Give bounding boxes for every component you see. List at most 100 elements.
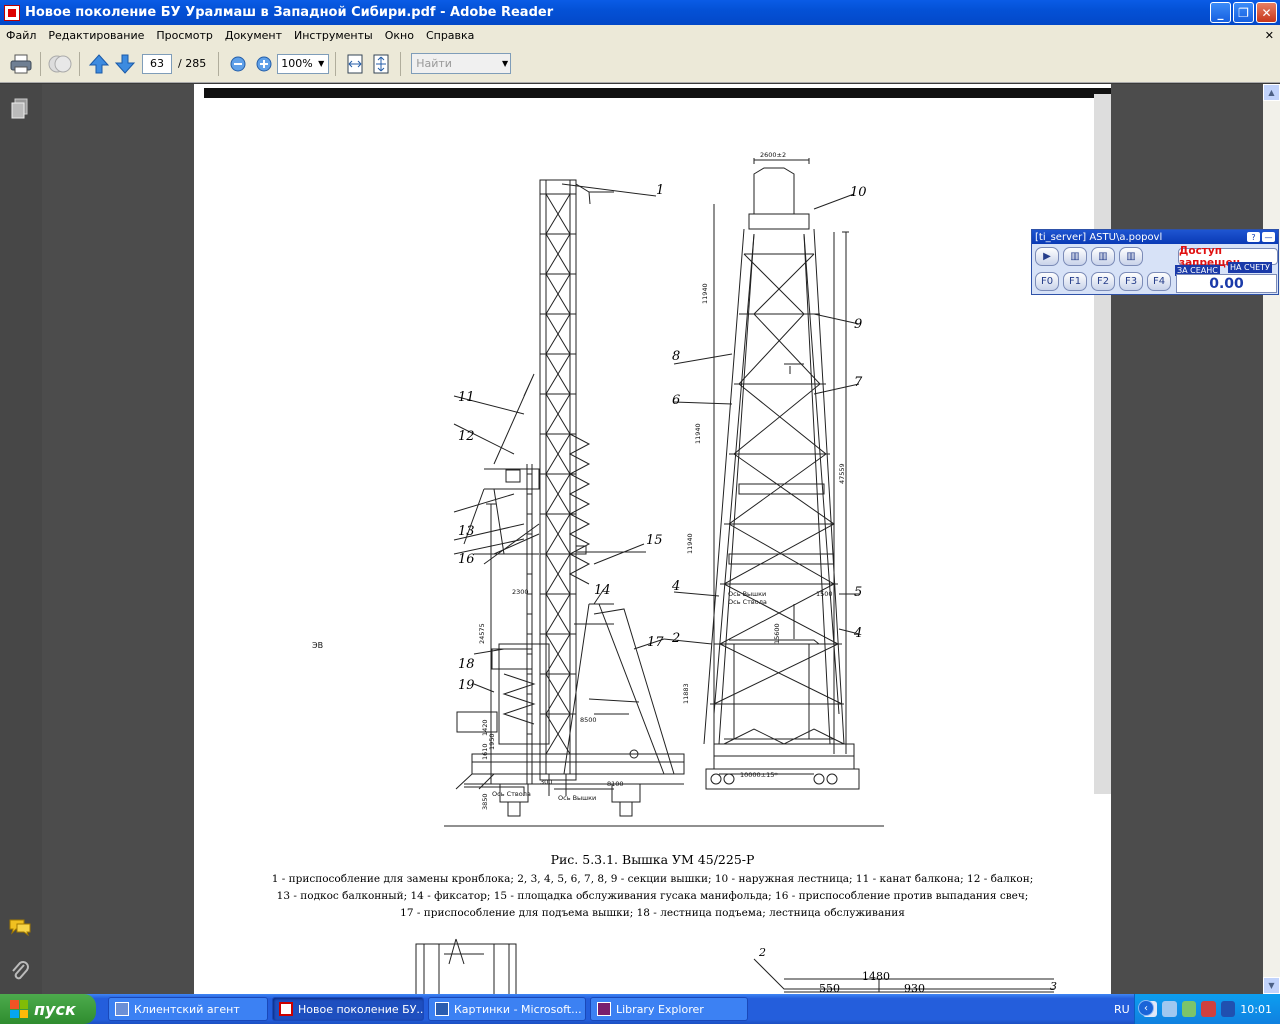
svg-text:11940: 11940 [686,533,694,554]
label-15: 15 [646,533,663,548]
svg-text:11940: 11940 [694,423,702,444]
balance-value: 0.00 [1176,274,1277,293]
help-icon[interactable]: ? [1247,232,1260,242]
menu-help[interactable]: Справка [420,29,480,42]
svg-text:47559: 47559 [838,463,846,484]
f3-button[interactable]: F3 [1119,272,1143,291]
attachments-icon[interactable] [10,960,30,986]
pages-icon[interactable] [10,98,30,124]
chevron-left-icon[interactable]: ‹ [1138,1000,1154,1016]
find-placeholder: Найти [416,57,452,70]
svg-text:Ось Ствола: Ось Ствола [492,790,531,798]
toolbar: 63 / 285 100% ▼ Найти ▼ [0,45,1280,83]
zoom-select[interactable]: 100% ▼ [277,53,330,74]
monitor-icon[interactable] [1162,1001,1177,1017]
menu-document[interactable]: Документ [219,29,288,42]
client-agent-widget[interactable]: [ti_server] ASTU\a.popovl ? — ▶ ▥ ▥ ▥ Дос… [1031,229,1279,295]
caption-line-2: 13 - подкос балконный; 14 - фиксатор; 15… [276,890,1029,902]
menu-view[interactable]: Просмотр [150,29,218,42]
play-button[interactable]: ▶ [1035,247,1059,266]
svg-text:1950: 1950 [488,733,496,750]
svg-text:2300: 2300 [512,588,529,596]
document-area[interactable]: 1 11 12 13 16 15 14 17 18 19 10 9 8 7 6 … [42,84,1263,994]
navigation-panel [0,84,42,994]
svg-text:ЭВ: ЭВ [312,641,323,650]
task-label: Library Explorer [616,1002,704,1016]
svg-text:24575: 24575 [478,623,486,644]
label-8: 8 [672,349,680,364]
menu-bar: Файл Редактирование Просмотр Документ Ин… [0,25,1280,45]
label-10: 10 [850,185,867,200]
task-adobe-reader[interactable]: Новое поколение БУ... [272,997,424,1021]
fit-page-icon[interactable] [368,51,394,77]
scroll-up-button[interactable]: ▲ [1263,84,1280,101]
task-client-agent[interactable]: Клиентский агент [108,997,268,1021]
antivirus-icon[interactable] [1201,1001,1216,1017]
minimize-button[interactable]: _ [1210,2,1231,23]
clock[interactable]: 10:01 [1240,1003,1272,1016]
label-7: 7 [854,375,863,390]
restore-button[interactable]: ❐ [1233,2,1254,23]
task-label: Картинки - Microsoft... [454,1002,582,1016]
caption-title: Рис. 5.3.1. Вышка УМ 45/225-Р [550,852,755,867]
svg-text:11883: 11883 [682,683,690,704]
label-9: 9 [854,317,862,332]
menu-tools[interactable]: Инструменты [288,29,379,42]
task-clipart[interactable]: Картинки - Microsoft... [428,997,586,1021]
svg-text:11940: 11940 [701,283,709,304]
svg-text:1500: 1500 [816,590,833,598]
f0-button[interactable]: F0 [1035,272,1059,291]
collaborate-icon[interactable] [47,51,73,77]
slot-button-2[interactable]: ▥ [1091,247,1115,266]
menu-close-icon[interactable]: ✕ [1265,29,1274,42]
title-bar: Новое поколение БУ Уралмаш в Западной Си… [0,0,1280,25]
f2-button[interactable]: F2 [1091,272,1115,291]
widget-title-bar: [ti_server] ASTU\a.popovl ? — [1032,230,1278,244]
close-button[interactable]: ✕ [1256,2,1277,23]
label-2: 2 [671,631,680,646]
task-label: Новое поколение БУ... [298,1002,424,1016]
label-17: 17 [647,635,664,650]
chevron-down-icon[interactable]: ▼ [502,59,508,68]
vertical-scrollbar[interactable]: ▲ ▼ [1263,84,1280,994]
print-icon[interactable] [8,51,34,77]
label-12: 12 [458,429,475,444]
previous-page-icon[interactable] [86,51,112,77]
menu-window[interactable]: Окно [379,29,420,42]
menu-file[interactable]: Файл [0,29,42,42]
svg-text:300: 300 [540,778,552,786]
task-library-explorer[interactable]: Library Explorer [590,997,748,1021]
menu-edit[interactable]: Редактирование [42,29,150,42]
library-icon [597,1002,611,1016]
language-indicator[interactable]: RU [1114,1003,1130,1016]
slot-button-3[interactable]: ▥ [1119,247,1143,266]
fit-width-icon[interactable] [342,51,368,77]
page-number-input[interactable]: 63 [142,53,172,74]
next-page-icon[interactable] [112,51,138,77]
zoom-out-icon[interactable] [225,51,251,77]
minimize-icon[interactable]: — [1262,232,1275,242]
slot-button-1[interactable]: ▥ [1063,247,1087,266]
start-button[interactable]: пуск [0,994,96,1024]
label-4a: 4 [671,579,680,594]
caption-line-1: 1 - приспособление для замены кронблока;… [271,873,1034,885]
scroll-down-button[interactable]: ▼ [1263,977,1280,994]
update-icon[interactable] [1181,1001,1197,1017]
label-6: 6 [672,393,680,408]
f1-button[interactable]: F1 [1063,272,1087,291]
comments-icon[interactable] [8,918,32,940]
pdf-icon [279,1002,293,1016]
svg-text:8500: 8500 [580,716,597,724]
chevron-down-icon[interactable]: ▼ [315,56,327,72]
app-tray-icon[interactable] [1220,1001,1236,1017]
find-input[interactable]: Найти ▼ [411,53,512,74]
svg-text:3: 3 [1050,980,1057,993]
svg-text:8100: 8100 [607,780,624,788]
zoom-value: 100% [281,57,313,70]
page-total: / 285 [178,57,207,70]
f4-button[interactable]: F4 [1147,272,1171,291]
zoom-in-icon[interactable] [251,51,277,77]
svg-text:3850: 3850 [481,793,489,810]
label-16: 16 [458,552,475,567]
svg-text:15600: 15600 [773,623,781,644]
